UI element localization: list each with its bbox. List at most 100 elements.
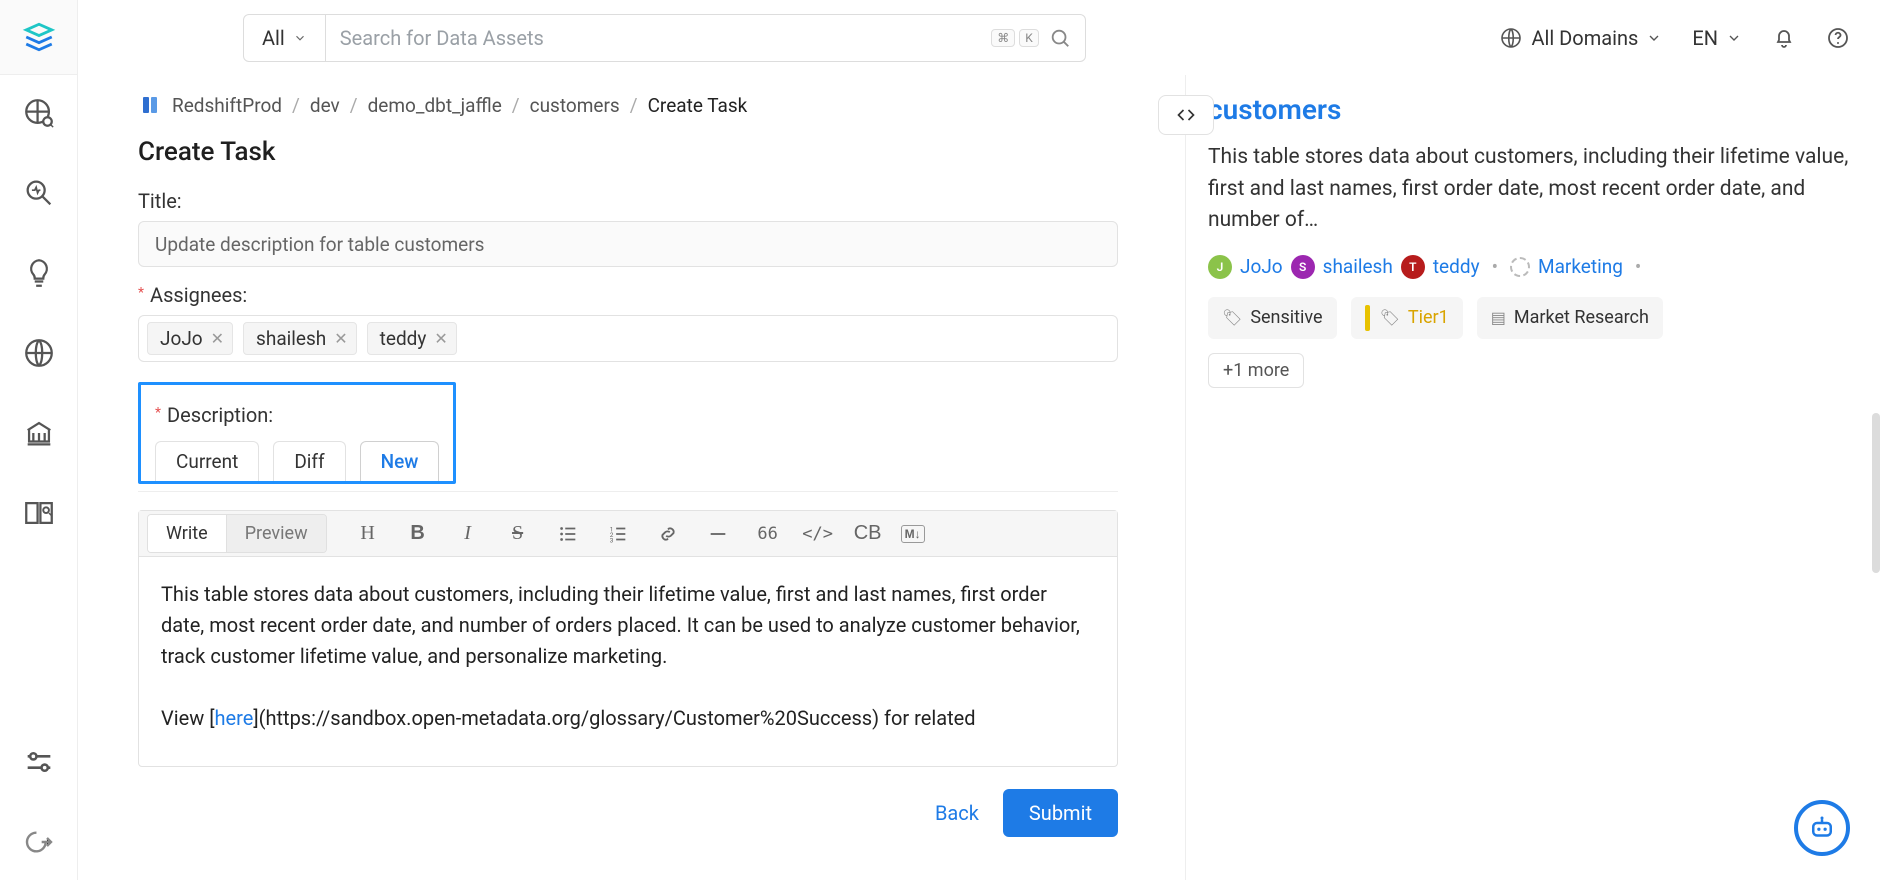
tag-label: Tier1 [1408,307,1449,328]
editor-text: ](https://sandbox.open-metadata.org/glos… [253,706,975,730]
tab-new[interactable]: New [360,441,440,481]
language-dropdown[interactable]: EN [1692,26,1742,50]
panel-collapse-handle[interactable] [1158,95,1214,135]
domain-link[interactable]: Marketing [1538,255,1623,278]
scrollbar[interactable] [1872,75,1880,880]
link-button[interactable] [645,516,691,552]
tag-label: Sensitive [1250,307,1322,328]
avatar: S [1291,255,1315,279]
remove-chip-icon[interactable]: ✕ [211,329,224,348]
title-input[interactable] [138,221,1118,267]
assignee-chip: teddy ✕ [367,322,457,355]
breadcrumb-current: Create Task [648,94,748,117]
settings-sliders-icon[interactable] [21,744,57,780]
kbd-cmd: ⌘ [991,29,1015,47]
back-button[interactable]: Back [935,801,979,825]
top-bar: All ⌘ K All Domains EN [0,0,1880,75]
editor-tab-preview[interactable]: Preview [226,515,326,552]
explore-icon[interactable] [21,95,57,131]
asset-owners: J JoJo Sshailesh Tteddy • Marketing • [1208,255,1852,279]
logo-icon [22,20,56,54]
assignees-label: Assignees: [150,283,247,307]
tag-market-research[interactable]: ▤Market Research [1477,297,1663,339]
avatar: J [1208,255,1232,279]
divider [138,491,1118,492]
description-section-highlight: *Description: Current Diff New [138,382,456,484]
breadcrumb-item[interactable]: RedshiftProd [172,94,282,117]
main-content: RedshiftProd/ dev/ demo_dbt_jaffle/ cust… [78,75,1185,880]
tag-label: Market Research [1514,307,1649,328]
required-indicator: * [138,286,144,300]
chat-assistant-button[interactable] [1794,800,1850,856]
asset-title[interactable]: customers [1208,93,1852,126]
markdown-badge-icon: M↓ [901,525,925,543]
bold-button[interactable]: B [395,516,441,552]
tab-current[interactable]: Current [155,441,259,481]
tag-sensitive[interactable]: 🏷Sensitive [1208,297,1337,339]
editor-link[interactable]: here [215,706,254,730]
olist-button[interactable]: 123 [595,516,641,552]
logout-icon[interactable] [21,824,57,860]
chevron-down-icon [1646,30,1662,46]
description-tabs: Current Diff New [155,441,439,481]
hr-button[interactable] [695,516,741,552]
submit-button[interactable]: Submit [1003,789,1118,837]
search-filter-dropdown[interactable]: All [243,14,326,62]
editor-textarea[interactable]: This table stores data about customers, … [139,557,1117,766]
bot-icon [1807,813,1837,843]
help-icon[interactable] [1826,26,1850,50]
glossary-icon[interactable] [21,495,57,531]
owner-link[interactable]: shailesh [1323,255,1393,278]
domains-dropdown[interactable]: All Domains [1499,26,1662,50]
editor-toolbar: Write Preview H B I S 123 66 </> CB M↓ [139,511,1117,557]
assignee-chip-label: teddy [380,327,427,350]
domains-nav-icon[interactable] [21,335,57,371]
quote-button[interactable]: 66 [745,516,791,552]
italic-button[interactable]: I [445,516,491,552]
code-icon [1176,105,1196,125]
asset-description: This table stores data about customers, … [1208,142,1852,237]
domains-label: All Domains [1531,26,1638,50]
remove-chip-icon[interactable]: ✕ [434,329,447,348]
tab-diff[interactable]: Diff [273,441,345,481]
markdown-editor: Write Preview H B I S 123 66 </> CB M↓ T… [138,510,1118,767]
owner-link[interactable]: teddy [1433,255,1480,278]
ulist-button[interactable] [545,516,591,552]
breadcrumb: RedshiftProd/ dev/ demo_dbt_jaffle/ cust… [138,93,1125,117]
tag-icon: 🏷 [1380,308,1400,327]
editor-tab-write[interactable]: Write [148,515,226,552]
language-label: EN [1692,26,1718,50]
assignees-input[interactable]: JoJo ✕ shailesh ✕ teddy ✕ [138,315,1118,362]
breadcrumb-item[interactable]: dev [310,94,340,117]
govern-icon[interactable] [21,415,57,451]
owner-link[interactable]: JoJo [1240,255,1283,278]
notifications-icon[interactable] [1772,26,1796,50]
insights-icon[interactable] [21,255,57,291]
search-input[interactable] [340,26,981,50]
heading-button[interactable]: H [345,516,391,552]
svg-text:3: 3 [609,536,613,544]
strike-button[interactable]: S [495,516,541,552]
code-button[interactable]: </> [795,516,841,552]
editor-text: View [ [161,706,215,730]
more-tags-button[interactable]: +1 more [1208,353,1304,388]
assignee-chip: shailesh ✕ [243,322,357,355]
tag-tier[interactable]: 🏷 Tier1 [1351,297,1463,339]
separator-dot: • [1488,255,1502,278]
avatar: T [1401,255,1425,279]
search-icon[interactable] [1049,27,1071,49]
breadcrumb-item[interactable]: customers [530,94,620,117]
app-logo[interactable] [0,0,78,75]
separator-dot: • [1631,255,1645,278]
chevron-down-icon [1726,30,1742,46]
breadcrumb-item[interactable]: demo_dbt_jaffle [368,94,502,117]
codeblock-button[interactable]: CB [845,516,891,552]
assignee-chip-label: shailesh [256,327,326,350]
title-field-label: Title: [138,189,1125,213]
assignee-chip-label: JoJo [160,327,203,350]
data-quality-icon[interactable] [21,175,57,211]
page-title: Create Task [138,137,1125,167]
global-search[interactable]: ⌘ K [326,14,1086,62]
globe-icon [1499,26,1523,50]
remove-chip-icon[interactable]: ✕ [334,329,347,348]
